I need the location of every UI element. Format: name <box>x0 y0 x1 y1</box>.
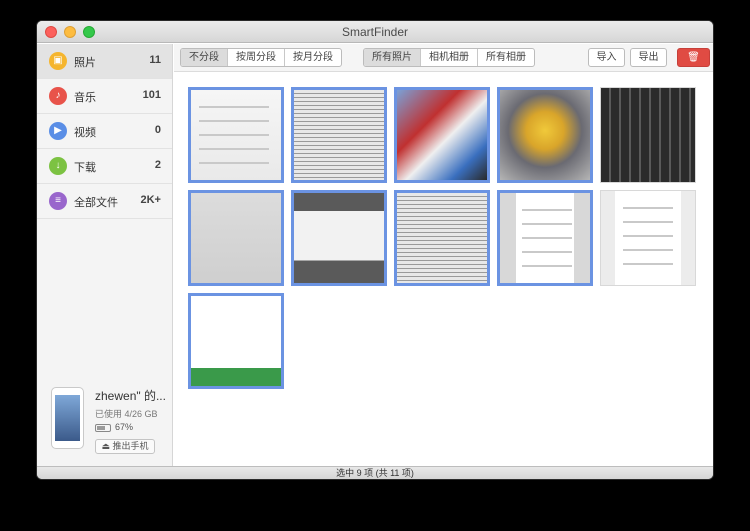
sidebar-item-4[interactable]: ≡ 全部文件 2K+ <box>37 184 172 219</box>
tab-album-2[interactable]: 所有相册 <box>478 49 534 66</box>
photo-detail <box>623 235 673 237</box>
photo-detail <box>522 237 572 239</box>
title-bar: SmartFinder <box>37 21 713 43</box>
status-bar: 选中 9 项 (共 11 项) <box>37 466 713 479</box>
sidebar-item-count: 2K+ <box>140 194 162 206</box>
photo-thumbnail[interactable] <box>600 87 696 183</box>
photo-thumbnail[interactable] <box>394 87 490 183</box>
photo-detail <box>199 134 269 136</box>
toolbar: 不分段 按周分段 按月分段 所有照片 相机相册 所有相册 导入 导出 🗑 <box>174 44 713 72</box>
export-button[interactable]: 导出 <box>630 48 667 67</box>
photo-thumbnail[interactable] <box>497 190 593 286</box>
group-by-segmented-control: 不分段 按周分段 按月分段 <box>180 48 342 67</box>
device-name: zhewen" 的... <box>95 389 166 403</box>
music-icon: ♪ <box>49 87 67 105</box>
photo-icon: ▣ <box>49 52 67 70</box>
import-button[interactable]: 导入 <box>588 48 625 67</box>
photo-grid <box>174 73 713 466</box>
photo-image <box>601 88 695 182</box>
album-segmented-control: 所有照片 相机相册 所有相册 <box>363 48 535 67</box>
photo-thumbnail[interactable] <box>188 293 284 389</box>
sidebar-item-label: 全部文件 <box>74 197 118 209</box>
download-icon: ↓ <box>49 157 67 175</box>
sidebar-item-count: 11 <box>149 54 161 66</box>
photo-thumbnail[interactable] <box>188 87 284 183</box>
photo-image <box>397 90 487 180</box>
delete-button[interactable]: 🗑 <box>677 48 710 67</box>
sidebar-item-count: 0 <box>154 124 161 136</box>
photo-detail <box>623 263 673 265</box>
photo-image <box>294 90 384 180</box>
photo-image <box>601 191 695 285</box>
tab-group-by-2[interactable]: 按月分段 <box>285 49 341 66</box>
photo-thumbnail[interactable] <box>394 190 490 286</box>
window-title: SmartFinder <box>341 25 409 39</box>
photo-detail <box>623 249 673 251</box>
sidebar-item-2[interactable]: ▶ 视频 0 <box>37 114 172 149</box>
photo-detail <box>199 148 269 150</box>
photo-detail <box>522 265 572 267</box>
sidebar: ▣ 照片 11 ♪ 音乐 101 ▶ 视频 0 ↓ 下载 2 ≡ 全部文件 2K+ zhewen" 的...… <box>37 44 173 466</box>
photo-thumbnail[interactable] <box>291 190 387 286</box>
photo-thumbnail[interactable] <box>600 190 696 286</box>
photo-detail <box>199 162 269 164</box>
battery-icon <box>95 424 111 432</box>
eject-phone-button[interactable]: ⏏ 推出手机 <box>95 439 155 454</box>
photo-detail <box>623 221 673 223</box>
sidebar-item-count: 101 <box>142 89 161 101</box>
sidebar-item-label: 视频 <box>74 127 96 139</box>
device-panel: zhewen" 的... 已使用 4/26 GB 67% ⏏ 推出手机 <box>37 382 173 466</box>
photo-detail <box>199 120 269 122</box>
sidebar-item-label: 照片 <box>74 57 96 69</box>
sidebar-item-count: 2 <box>154 159 161 171</box>
device-storage-usage: 已使用 4/26 GB <box>95 409 158 419</box>
tab-group-by-1[interactable]: 按周分段 <box>228 49 285 66</box>
sidebar-item-3[interactable]: ↓ 下载 2 <box>37 149 172 184</box>
photo-detail <box>522 223 572 225</box>
tab-group-by-0[interactable]: 不分段 <box>181 49 228 66</box>
photo-thumbnail[interactable] <box>188 190 284 286</box>
photo-image <box>191 296 281 386</box>
photo-image <box>500 90 590 180</box>
tab-album-1[interactable]: 相机相册 <box>421 49 478 66</box>
smartfinder-window: SmartFinder ▣ 照片 11 ♪ 音乐 101 ▶ 视频 0 ↓ 下载 2 ≡ 全部文件 2K+ … <box>37 21 713 479</box>
phone-icon <box>51 387 84 449</box>
battery-level: 67% <box>115 422 134 432</box>
sidebar-item-label: 音乐 <box>74 92 96 104</box>
photo-thumbnail[interactable] <box>497 87 593 183</box>
trash-icon: 🗑 <box>687 52 700 63</box>
photo-image <box>191 193 281 283</box>
photo-detail <box>522 251 572 253</box>
sidebar-item-1[interactable]: ♪ 音乐 101 <box>37 79 172 114</box>
video-icon: ▶ <box>49 122 67 140</box>
tab-album-0[interactable]: 所有照片 <box>364 49 421 66</box>
photo-thumbnail[interactable] <box>291 87 387 183</box>
sidebar-item-label: 下载 <box>74 162 96 174</box>
sidebar-item-0[interactable]: ▣ 照片 11 <box>37 44 172 79</box>
files-icon: ≡ <box>49 192 67 210</box>
photo-detail <box>199 106 269 108</box>
photo-detail <box>623 207 673 209</box>
photo-detail <box>522 209 572 211</box>
photo-image <box>397 193 487 283</box>
photo-image <box>294 193 384 283</box>
